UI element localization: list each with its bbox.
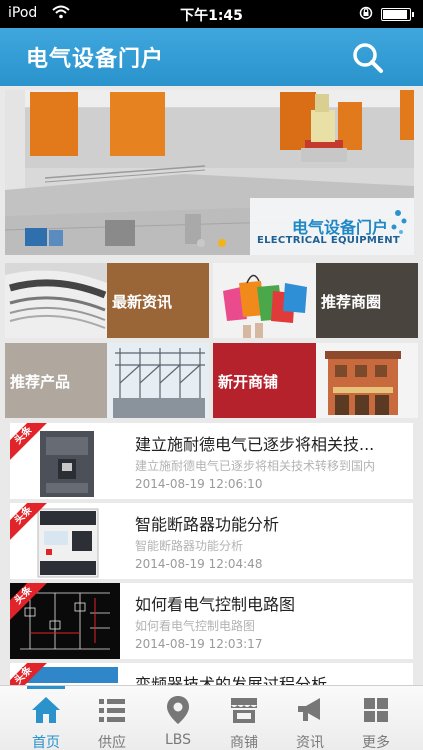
news-date: 2014-08-19 12:06:10 — [135, 477, 263, 491]
status-bar: iPod 下午1:45 — [0, 0, 423, 28]
list-icon — [99, 699, 125, 722]
news-title: 如何看电气控制电路图 — [135, 595, 296, 614]
tab-shops[interactable]: 商铺 — [211, 686, 277, 750]
tab-label: 首页 — [32, 735, 60, 750]
news-summary: 建立施耐德电气已逐步将相关技术转移到国内 — [135, 459, 376, 473]
search-icon[interactable] — [350, 40, 386, 76]
tab-label: 资讯 — [296, 735, 324, 750]
tab-more[interactable]: 更多 — [343, 686, 409, 750]
tab-home[interactable]: 首页 — [13, 686, 79, 750]
app-screen: iPod 下午1:45 电气设备门户 电气设备门户 ELECTRICAL EQU… — [0, 0, 423, 750]
news-date: 2014-08-19 12:04:48 — [135, 557, 263, 571]
tile-recommended-products[interactable]: 推荐产品 — [5, 343, 209, 418]
news-thumbnail: 头条 — [10, 583, 120, 659]
banner-caption-en: ELECTRICAL EQUIPMENT — [257, 235, 401, 246]
tile-label: 最新资讯 — [112, 293, 173, 311]
news-item[interactable]: 头条 如何看电气控制电路图 如何看电气控制电路图 2014-08-19 12:0… — [10, 583, 413, 659]
hero-banner[interactable]: 电气设备门户 ELECTRICAL EQUIPMENT — [5, 90, 414, 255]
news-title: 建立施耐德电气已逐步将相关技... — [135, 435, 375, 454]
tile-recommended-shops[interactable]: 推荐商圈 — [213, 263, 418, 338]
tab-lbs[interactable]: LBS — [145, 686, 211, 750]
home-icon — [32, 697, 60, 723]
bottom-tab-bar: 首页 供应 LBS 商铺 资讯 更多 — [0, 685, 423, 750]
rotation-lock-icon — [359, 6, 373, 20]
battery-icon — [381, 8, 414, 21]
carousel-dot-2[interactable] — [218, 239, 226, 247]
active-tab-indicator — [27, 686, 65, 689]
grid-icon — [364, 698, 388, 722]
tab-label: 商铺 — [230, 735, 258, 750]
tile-label: 推荐商圈 — [321, 293, 382, 311]
app-title: 电气设备门户 — [26, 47, 165, 72]
news-item[interactable]: 头条 智能断路器功能分析 智能断路器功能分析 2014-08-19 12:04:… — [10, 503, 413, 579]
location-pin-icon — [167, 696, 189, 724]
tile-label: 新开商铺 — [218, 373, 279, 391]
news-title: 智能断路器功能分析 — [135, 515, 280, 534]
tab-label: LBS — [164, 732, 192, 748]
tab-supply[interactable]: 供应 — [79, 686, 145, 750]
news-summary: 如何看电气控制电路图 — [135, 619, 256, 633]
tab-news[interactable]: 资讯 — [277, 686, 343, 750]
newspaper-image — [5, 263, 209, 338]
megaphone-icon — [298, 698, 320, 721]
tile-latest-news[interactable]: 最新资讯 — [5, 263, 209, 338]
news-date: 2014-08-19 12:03:17 — [135, 637, 263, 651]
carousel-dot-1[interactable] — [197, 239, 205, 247]
news-item[interactable]: 头条 建立施耐德电气已逐步将相关技... 建立施耐德电气已逐步将相关技术转移到国… — [10, 423, 413, 499]
shopping-bags-image — [213, 263, 418, 338]
tab-label: 供应 — [98, 735, 126, 750]
tile-label: 推荐产品 — [10, 373, 71, 391]
tile-new-shops[interactable]: 新开商铺 — [213, 343, 418, 418]
app-header: 电气设备门户 — [0, 28, 423, 86]
news-thumbnail: 头条 — [10, 503, 120, 579]
news-thumbnail: 头条 — [10, 423, 120, 499]
store-icon — [231, 698, 257, 723]
news-summary: 智能断路器功能分析 — [135, 539, 244, 553]
tab-label: 更多 — [362, 735, 390, 750]
